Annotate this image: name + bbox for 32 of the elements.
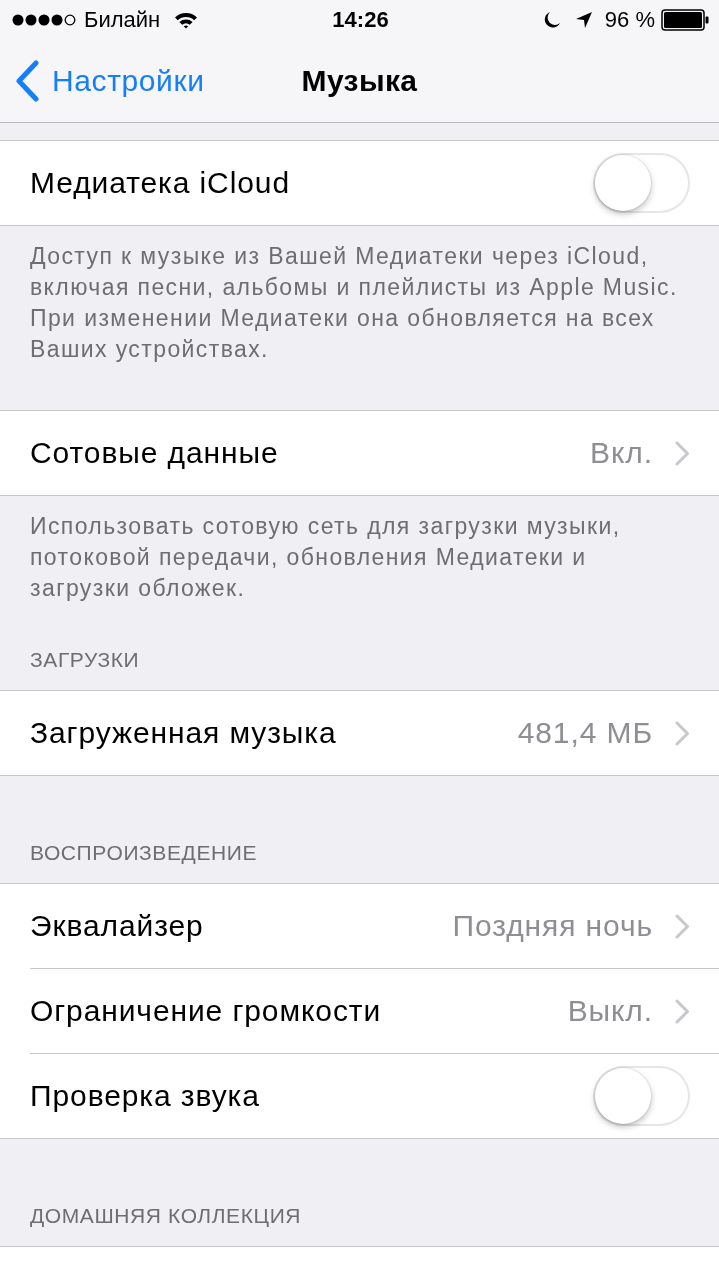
chevron-icon[interactable] xyxy=(675,440,690,466)
section-header: ВОСПРОИЗВЕДЕНИЕ xyxy=(29,840,259,866)
chevron-icon[interactable] xyxy=(675,720,690,746)
setting-value: 481,4 МБ xyxy=(517,716,653,750)
section-footer-text: Использовать сотовую сеть для загрузки музыки, потоковой передачи, обновления Медиатеки и загрузки обложек. xyxy=(29,512,622,603)
wifi-icon xyxy=(174,11,199,29)
chevron-icon[interactable] xyxy=(675,998,690,1024)
location-arrow-icon xyxy=(574,11,593,29)
section-header: ДОМАШНЯЯ КОЛЛЕКЦИЯ xyxy=(29,1203,303,1229)
setting-label: Медиатека iCloud xyxy=(30,166,291,200)
moon-icon xyxy=(542,11,561,29)
setting-value: Выкл. xyxy=(567,994,653,1028)
setting-value: Поздняя ночь xyxy=(452,909,653,943)
back-chevron-icon xyxy=(14,60,40,102)
battery-icon xyxy=(661,9,709,31)
status-time: 14:26 xyxy=(332,7,389,33)
setting-label: Ограничение громкости xyxy=(30,994,383,1028)
setting-label: Сотовые данные xyxy=(30,436,280,470)
toggle-switch[interactable] xyxy=(593,153,690,213)
setting-label: Эквалайзер xyxy=(30,909,205,943)
carrier-name: Билайн xyxy=(84,7,161,33)
section-header: ЗАГРУЗКИ xyxy=(29,647,141,673)
setting-value: Вкл. xyxy=(590,436,653,470)
back-button[interactable]: Настройки xyxy=(0,58,205,104)
battery-percentage: 96 % xyxy=(604,7,655,33)
toggle-switch[interactable] xyxy=(593,1066,690,1126)
setting-label: Проверка звука xyxy=(30,1079,261,1113)
chevron-icon[interactable] xyxy=(675,913,690,939)
setting-label: Загруженная музыка xyxy=(30,716,338,750)
section-footer-text: Доступ к музыке из Вашей Медиатеки через iCloud, включая песни, альбомы и плейлисты из Apple Music. При изменении Медиатеки она обновляется на всех Ваших устройствах. xyxy=(29,242,679,364)
signal-strength-icon xyxy=(12,14,76,26)
page-title: Музыка xyxy=(301,64,418,98)
